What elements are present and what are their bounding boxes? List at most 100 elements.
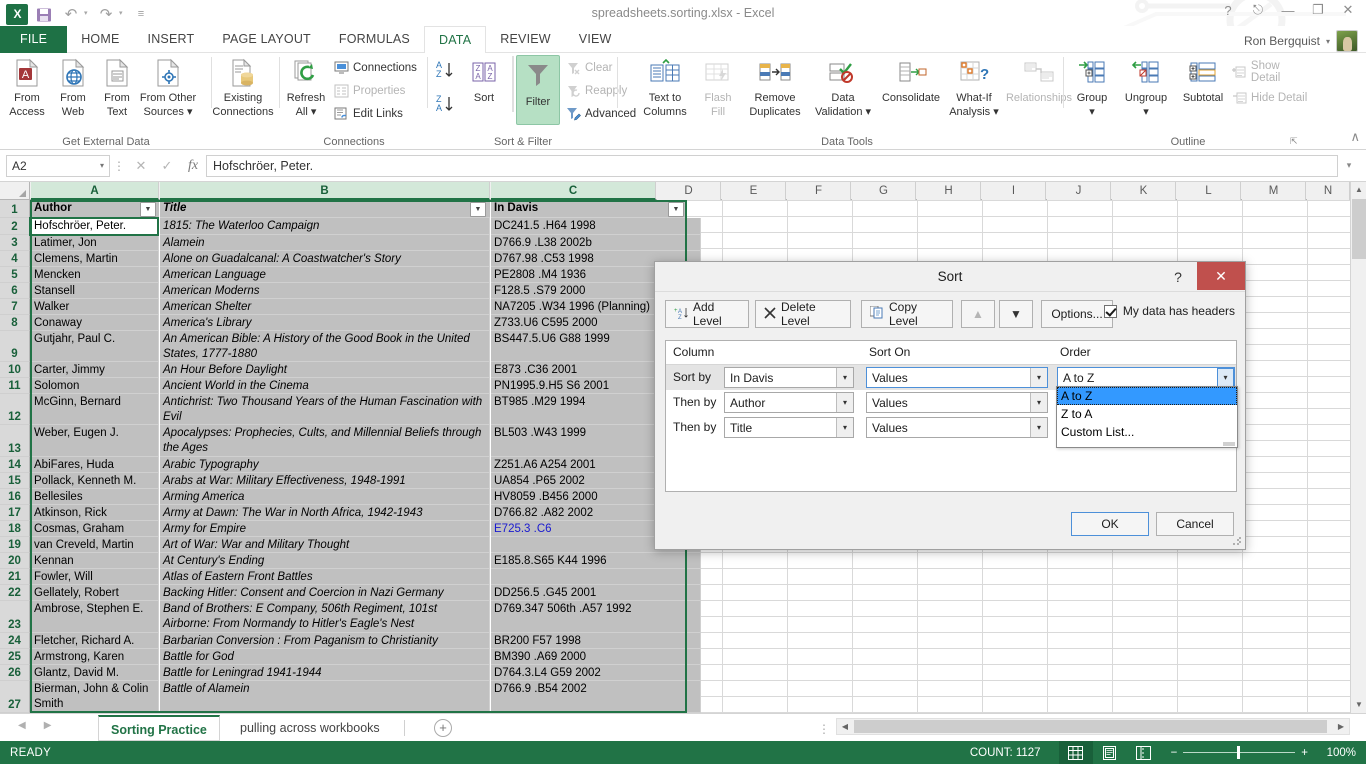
cell-C26[interactable]: D764.3.L4 G59 2002 — [491, 665, 701, 681]
cell-C27[interactable]: D766.9 .B54 2002 — [491, 681, 701, 713]
cell-B25[interactable]: Battle for God — [160, 649, 490, 665]
row-header-8[interactable]: 8 — [0, 315, 30, 331]
column-header-d[interactable]: D — [657, 182, 721, 200]
undo-dropdown-caret-icon[interactable]: ▾ — [84, 2, 93, 26]
then-by-2-column-select[interactable]: Title ▾ — [724, 417, 854, 438]
row-header-24[interactable]: 24 — [0, 633, 30, 649]
tab-file[interactable]: FILE — [0, 26, 68, 53]
filter-dropdown-a[interactable]: ▼ — [140, 202, 156, 217]
then-by-1-sorton-select[interactable]: Values ▾ — [866, 392, 1048, 413]
cell-C22[interactable]: DD256.5 .G45 2001 — [491, 585, 701, 601]
show-detail-button[interactable]: Show Detail — [1230, 60, 1312, 84]
cell-A24[interactable]: Fletcher, Richard A. — [31, 633, 159, 649]
cell-B16[interactable]: Arming America — [160, 489, 490, 505]
close-icon[interactable]: ✕ — [1338, 2, 1358, 18]
undo-icon[interactable]: ↶ — [60, 4, 82, 25]
from-other-sources-button[interactable]: From Other Sources ▾ — [132, 56, 204, 118]
user-caret-icon[interactable]: ▾ — [1326, 37, 1330, 46]
cell-B2[interactable]: 1815: The Waterloo Campaign — [160, 218, 490, 235]
horizontal-split-handle[interactable]: ⋮ — [818, 722, 830, 736]
cell-A12[interactable]: McGinn, Bernard — [31, 394, 159, 425]
ok-button[interactable]: OK — [1071, 512, 1149, 536]
cell-A22[interactable]: Gellately, Robert — [31, 585, 159, 601]
tab-review[interactable]: REVIEW — [486, 26, 565, 53]
options-button[interactable]: Options... — [1041, 300, 1113, 328]
row-header-11[interactable]: 11 — [0, 378, 30, 394]
normal-view-icon[interactable] — [1058, 741, 1093, 764]
cell-A5[interactable]: Mencken — [31, 267, 159, 283]
row-header-19[interactable]: 19 — [0, 537, 30, 553]
insert-function-icon[interactable]: fx — [180, 155, 206, 177]
zoom-slider-thumb[interactable] — [1237, 746, 1241, 759]
cell-A14[interactable]: AbiFares, Huda — [31, 457, 159, 473]
cell-A18[interactable]: Cosmas, Graham — [31, 521, 159, 537]
flash-fill-button[interactable]: Flash Fill — [696, 56, 740, 118]
sort-dialog-close-icon[interactable]: ✕ — [1197, 262, 1245, 290]
chevron-down-icon[interactable]: ▾ — [836, 368, 853, 387]
row-header-13[interactable]: 13 — [0, 425, 30, 457]
row-header-27[interactable]: 27 — [0, 681, 30, 713]
formula-bar-grip[interactable]: ⋮ — [110, 159, 128, 173]
zoom-level[interactable]: 100% — [1314, 747, 1356, 759]
cell-B4[interactable]: Alone on Guadalcanal: A Coastwatcher's S… — [160, 251, 490, 267]
cell-B20[interactable]: At Century's Ending — [160, 553, 490, 569]
delete-level-button[interactable]: Delete Level — [755, 300, 851, 328]
row-header-4[interactable]: 4 — [0, 251, 30, 267]
filter-dropdown-c[interactable]: ▼ — [668, 202, 684, 217]
scroll-up-icon[interactable]: ▲ — [1351, 182, 1366, 198]
chevron-down-icon[interactable]: ▾ — [1030, 418, 1047, 437]
sort-dialog-titlebar[interactable]: Sort ? ✕ — [655, 262, 1245, 292]
sort-dialog-help-icon[interactable]: ? — [1167, 266, 1189, 288]
ribbon-display-options-icon[interactable]: ⎋ — [1248, 2, 1268, 18]
sort-by-order-select[interactable]: A to Z ▾ — [1057, 367, 1235, 388]
row-header-25[interactable]: 25 — [0, 649, 30, 665]
cell-A26[interactable]: Glantz, David M. — [31, 665, 159, 681]
cell-B9[interactable]: An American Bible: A History of the Good… — [160, 331, 490, 362]
add-sheet-icon[interactable]: + — [434, 719, 452, 737]
column-header-m[interactable]: M — [1242, 182, 1306, 200]
add-level-button[interactable]: + A Z Add Level — [665, 300, 749, 328]
column-header-e[interactable]: E — [722, 182, 786, 200]
scroll-left-icon[interactable]: ◀ — [837, 719, 853, 734]
row-header-26[interactable]: 26 — [0, 665, 30, 681]
cell-B11[interactable]: Ancient World in the Cinema — [160, 378, 490, 394]
sheet-nav-next-icon[interactable]: ▶ — [44, 720, 52, 731]
sheet-tab-sorting-practice[interactable]: Sorting Practice — [98, 715, 220, 741]
cell-C1[interactable]: In Davis — [491, 200, 686, 218]
scroll-down-icon[interactable]: ▼ — [1351, 697, 1366, 713]
cell-A19[interactable]: van Creveld, Martin — [31, 537, 159, 553]
move-up-button[interactable]: ▲ — [961, 300, 995, 328]
row-header-15[interactable]: 15 — [0, 473, 30, 489]
minimize-icon[interactable]: — — [1278, 3, 1298, 18]
row-header-20[interactable]: 20 — [0, 553, 30, 569]
cell-B6[interactable]: American Moderns — [160, 283, 490, 299]
sheet-tab-pulling-across-workbooks[interactable]: pulling across workbooks — [228, 715, 392, 741]
text-to-columns-button[interactable]: Text to Columns — [636, 56, 694, 118]
zoom-slider[interactable] — [1183, 746, 1296, 759]
vertical-scroll-thumb[interactable] — [1352, 199, 1366, 259]
row-header-23[interactable]: 23 — [0, 601, 30, 633]
row-header-9[interactable]: 9 — [0, 331, 30, 362]
cancel-button[interactable]: Cancel — [1156, 512, 1234, 536]
cell-C24[interactable]: BR200 F57 1998 — [491, 633, 701, 649]
subtotal-button[interactable]: Subtotal — [1176, 56, 1230, 104]
column-header-f[interactable]: F — [787, 182, 851, 200]
filter-button[interactable]: Filter — [516, 55, 560, 125]
cell-B27[interactable]: Battle of Alamein — [160, 681, 490, 713]
edit-links-button[interactable]: Edit Links — [332, 103, 403, 124]
row-header-7[interactable]: 7 — [0, 299, 30, 315]
column-header-c[interactable]: C — [491, 182, 656, 200]
cell-B14[interactable]: Arabic Typography — [160, 457, 490, 473]
cell-B18[interactable]: Army for Empire — [160, 521, 490, 537]
tab-data[interactable]: DATA — [423, 26, 487, 54]
tab-insert[interactable]: INSERT — [134, 26, 209, 53]
cell-A4[interactable]: Clemens, Martin — [31, 251, 159, 267]
sort-button[interactable]: ZAAZ Sort — [460, 56, 508, 104]
help-icon[interactable]: ? — [1218, 3, 1238, 18]
connections-button[interactable]: Connections — [332, 57, 417, 78]
row-header-6[interactable]: 6 — [0, 283, 30, 299]
cell-B7[interactable]: American Shelter — [160, 299, 490, 315]
sheet-nav-prev-icon[interactable]: ◀ — [18, 720, 26, 731]
restore-icon[interactable]: ❐ — [1308, 2, 1328, 18]
cell-C21[interactable] — [491, 569, 701, 585]
